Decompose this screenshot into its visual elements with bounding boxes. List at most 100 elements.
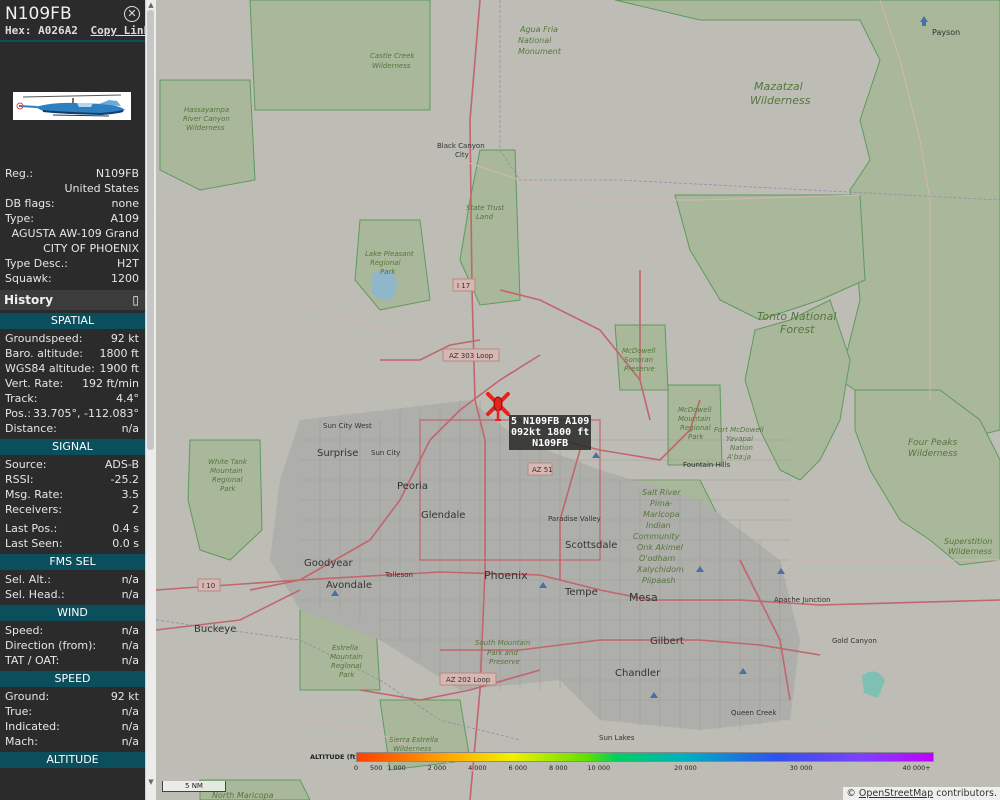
place-label: Indian (646, 521, 671, 530)
place-label: Buckeye (194, 624, 236, 635)
place-label: Forest (780, 323, 815, 336)
section-spatial: SPATIAL (0, 313, 145, 329)
place-label: River Canyon (183, 115, 230, 123)
place-label: Glendale (421, 510, 465, 521)
place-label: Nation (730, 444, 753, 452)
place-label: Castle Creek (370, 52, 415, 60)
place-label: Preserve (489, 658, 520, 666)
place-label: Tolleson (384, 571, 413, 579)
place-label: North Maricopa (212, 791, 274, 800)
place-label: Preserve (624, 365, 655, 373)
section-wind: WIND (0, 605, 145, 621)
aircraft-info-panel: N109FB ✕ Hex: A026A2 Copy Link Reg.: N109… (0, 0, 145, 800)
place-label: Salt River (642, 488, 681, 497)
map-canvas[interactable]: Payson Mazatzal Wilderness Agua Fria Nat… (156, 0, 1000, 800)
route-label: I 10 (202, 582, 215, 590)
map-view[interactable]: Payson Mazatzal Wilderness Agua Fria Nat… (156, 0, 1000, 800)
place-label: Superstition (944, 537, 992, 546)
copy-link[interactable]: Copy Link (91, 24, 146, 37)
place-label: Onk Akimel (637, 543, 684, 552)
place-label: Park (688, 433, 704, 441)
sidebar-scrollbar[interactable]: ▲ ▼ (145, 0, 156, 800)
close-icon[interactable]: ✕ (124, 6, 140, 22)
place-label: Avondale (326, 580, 372, 591)
place-label: Wilderness (372, 62, 411, 70)
place-label: Four Peaks (908, 438, 958, 448)
altitude-tick: 1 000 (387, 764, 406, 772)
place-label: Regional (370, 259, 401, 267)
altitude-tick: 30 000 (789, 764, 813, 772)
place-label: Community (633, 532, 680, 541)
altitude-tick: 4 000 (468, 764, 487, 772)
aircraft-photo[interactable] (13, 92, 131, 120)
map-attribution: © OpenStreetMap contributors. (843, 787, 1000, 800)
route-label: AZ 51 (532, 466, 553, 474)
place-label: Agua Fria (519, 25, 558, 34)
place-label: Wilderness (908, 449, 958, 459)
scroll-down-icon[interactable]: ▼ (147, 778, 155, 787)
header-divider (0, 40, 145, 42)
place-label: Land (476, 213, 494, 221)
place-label: Park (220, 485, 236, 493)
map-scale: 5 NM (162, 781, 226, 792)
altitude-ticks: 0 500 1 000 2 000 4 000 6 000 8 000 10 0… (353, 764, 934, 774)
altitude-tick: 8 000 (548, 764, 568, 772)
place-label: Phoenix (484, 569, 528, 582)
place-label: Goodyear (304, 558, 354, 569)
altitude-tick: 20 000 (674, 764, 697, 772)
place-label: Sun City West (323, 422, 372, 430)
place-label: Apache Junction (774, 596, 831, 604)
place-label: Surprise (317, 448, 358, 459)
place-label: Park (380, 268, 396, 276)
place-label: A'ba:ja (726, 453, 751, 461)
section-altitude: ALTITUDE (0, 752, 145, 768)
section-speed: SPEED (0, 671, 145, 687)
place-label: Regional (331, 662, 362, 670)
altitude-tick: 40 000+ (902, 764, 931, 772)
callsign-title: N109FB (5, 4, 72, 24)
place-label: Sun City (371, 449, 400, 457)
place-label: Fort McDowell (714, 426, 764, 434)
place-label: Park (339, 671, 355, 679)
aircraft-map-label[interactable]: 5 N109FB A109 092kt 1800 ft N109FB (509, 415, 592, 450)
place-label: McDowell (678, 406, 712, 414)
place-label: Regional (212, 476, 243, 484)
place-label: Queen Creek (731, 709, 777, 717)
place-label: Regional (680, 424, 711, 432)
place-label: Park and (487, 649, 518, 657)
place-label: South Mountain (475, 639, 530, 647)
scroll-up-icon[interactable]: ▲ (147, 1, 155, 10)
history-toggle[interactable]: History ▯ (0, 290, 145, 310)
place-label: Mountain (330, 653, 363, 661)
place-label: McDowell (622, 347, 656, 355)
place-label: Tempe (564, 587, 598, 598)
altitude-tick: 0 (353, 764, 359, 772)
place-label: Mountain (678, 415, 711, 423)
place-label: O'odham (639, 554, 675, 563)
place-label: Sun Lakes (599, 734, 635, 742)
section-fms-sel: FMS SEL (0, 554, 145, 570)
place-label: Wilderness (750, 94, 811, 107)
place-label: Sonoran (624, 356, 653, 364)
place-label: Gilbert (650, 636, 684, 647)
altitude-legend-title: ALTITUDE (ft) (310, 753, 359, 761)
altitude-color-bar (356, 752, 934, 762)
openstreetmap-link[interactable]: OpenStreetMap (859, 788, 933, 799)
place-label: Estrella (332, 644, 358, 652)
place-label: Lake Pleasant (365, 250, 414, 258)
route-label: AZ 202 Loop (446, 676, 491, 684)
section-signal: SIGNAL (0, 439, 145, 455)
scrollbar-thumb[interactable] (147, 10, 154, 450)
place-label: Payson (932, 28, 960, 37)
aircraft-label-line: 5 N109FB A109 (511, 416, 590, 427)
place-label: White Tank (208, 458, 248, 466)
expand-icon: ▯ (132, 293, 139, 307)
place-label: Black Canyon (437, 142, 485, 150)
hex-label: Hex: (5, 24, 32, 37)
altitude-tick: 6 000 (508, 764, 528, 772)
place-label: City (455, 151, 469, 159)
altitude-legend: ALTITUDE (ft) 0 500 1 000 2 000 4 000 6 … (310, 752, 940, 774)
place-label: Mountain (210, 467, 243, 475)
history-label: History (4, 293, 54, 307)
place-label: Piipaash (642, 576, 675, 585)
